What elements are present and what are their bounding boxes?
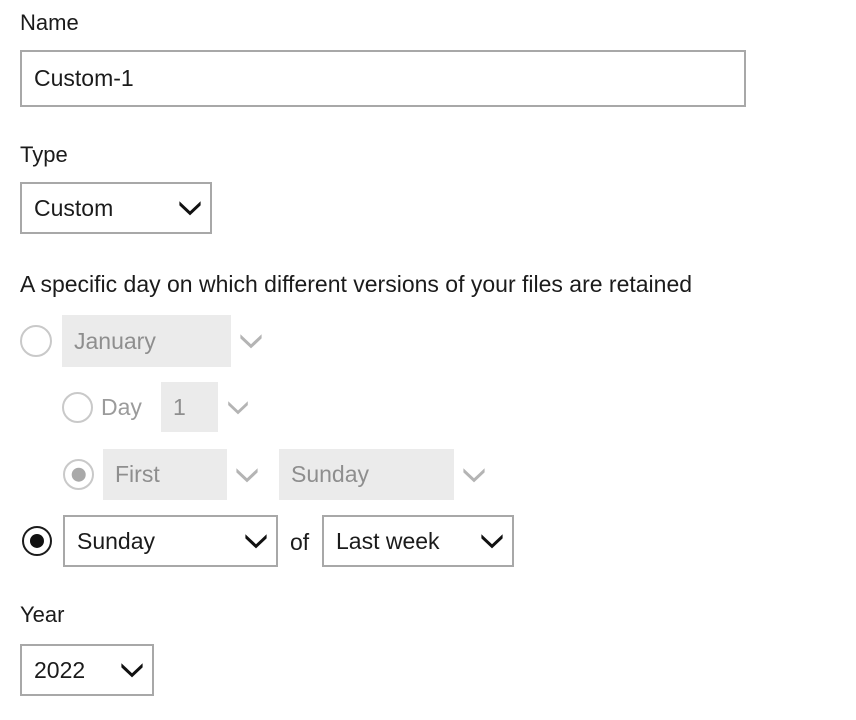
day-label: Day: [101, 393, 142, 421]
day-select-value: 1: [161, 396, 218, 419]
type-select[interactable]: Custom: [20, 182, 212, 234]
year-label: Year: [20, 602, 64, 628]
name-input[interactable]: [20, 50, 746, 107]
year-select[interactable]: 2022: [20, 644, 154, 696]
weekday-select-value: Sunday: [65, 530, 236, 553]
radio-specific-month-day[interactable]: [20, 325, 52, 357]
period-select[interactable]: Last week: [322, 515, 514, 567]
period-select-value: Last week: [324, 530, 472, 553]
retention-policy-form: Name Type Custom A specific day on which…: [0, 0, 856, 720]
type-select-value: Custom: [22, 197, 170, 220]
month-select[interactable]: January: [62, 315, 271, 367]
chevron-down-icon: [472, 517, 512, 565]
ordinal-select-value: First: [103, 463, 227, 486]
radio-weekday-of-period[interactable]: [22, 526, 52, 556]
weekday-select[interactable]: Sunday: [63, 515, 278, 567]
weekday-select-disabled-value: Sunday: [279, 463, 454, 486]
month-select-value: January: [62, 330, 231, 353]
chevron-down-icon: [170, 184, 210, 232]
retention-description: A specific day on which different versio…: [20, 270, 692, 298]
radio-day-of-month[interactable]: [62, 392, 93, 423]
chevron-down-icon: [112, 646, 152, 694]
chevron-down-icon: [227, 449, 267, 500]
year-select-value: 2022: [22, 659, 112, 682]
weekday-select-disabled[interactable]: Sunday: [279, 449, 494, 500]
chevron-down-icon: [218, 382, 258, 432]
ordinal-select[interactable]: First: [103, 449, 267, 500]
type-label: Type: [20, 142, 68, 168]
conjunction-of-label: of: [290, 528, 309, 556]
chevron-down-icon: [454, 449, 494, 500]
chevron-down-icon: [236, 517, 276, 565]
name-label: Name: [20, 10, 79, 36]
radio-ordinal-weekday[interactable]: [63, 459, 94, 490]
day-select[interactable]: 1: [161, 382, 258, 432]
chevron-down-icon: [231, 315, 271, 367]
